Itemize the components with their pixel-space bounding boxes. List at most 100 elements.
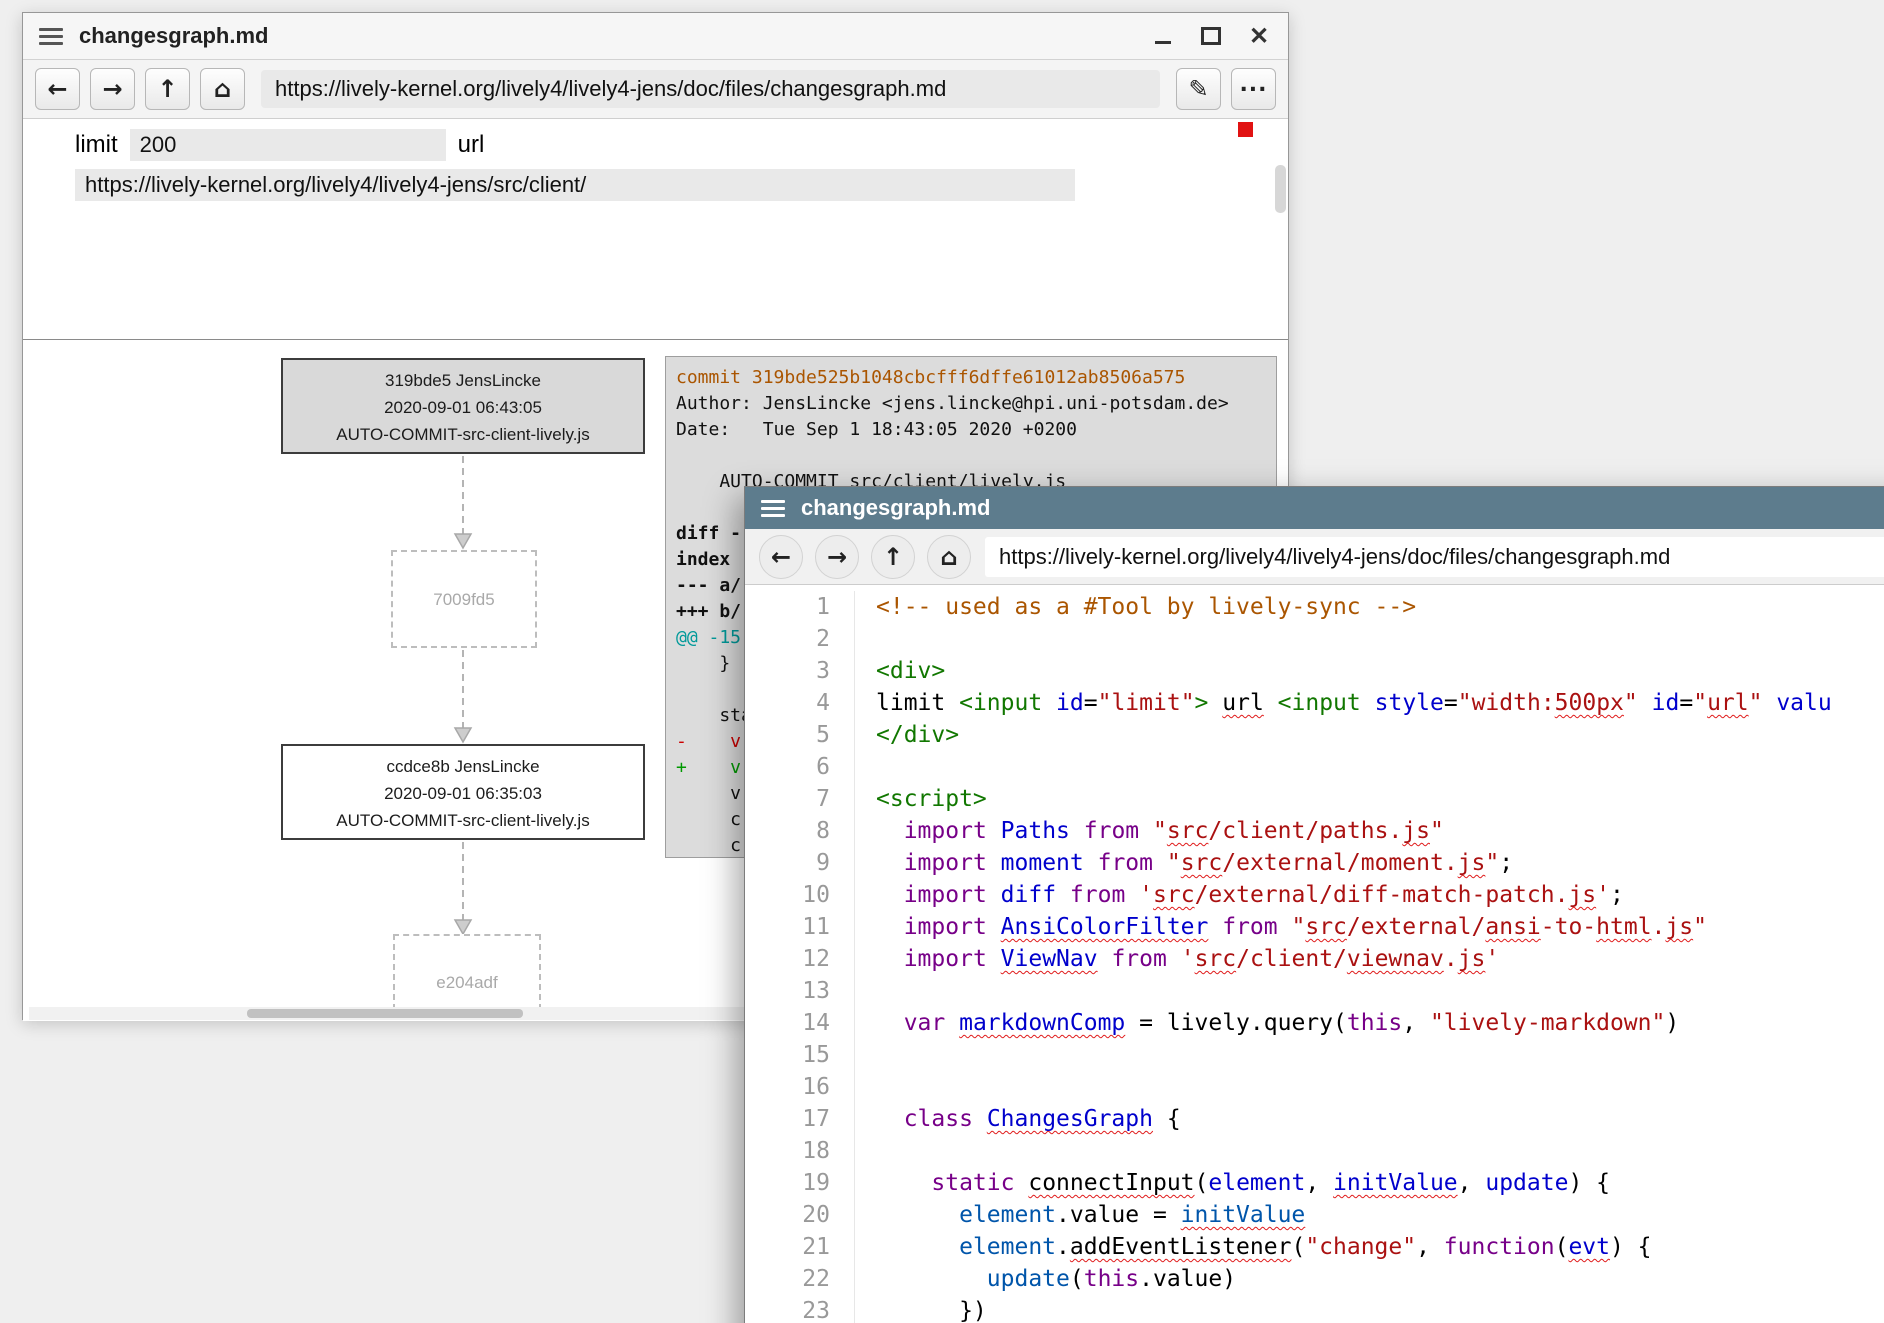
code-text	[855, 623, 890, 655]
code-line[interactable]: 21 element.addEventListener("change", fu…	[745, 1231, 1884, 1263]
line-number: 7	[745, 783, 855, 815]
more-button[interactable]: ...	[1231, 68, 1276, 110]
back-window-titlebar[interactable]: changesgraph.md ✕	[23, 13, 1288, 60]
edit-button[interactable]: ✎	[1176, 68, 1221, 110]
close-button[interactable]: ✕	[1248, 25, 1270, 47]
code-line[interactable]: 1<!-- used as a #Tool by lively-sync -->	[745, 591, 1884, 623]
commit-node-ccdce8b[interactable]: ccdce8b JensLincke 2020-09-01 06:35:03 A…	[281, 744, 645, 840]
url-input[interactable]	[75, 169, 1075, 201]
line-number: 1	[745, 591, 855, 623]
code-text	[855, 975, 890, 1007]
front-navigation-toolbar: ← → ↑ ⌂	[745, 529, 1884, 585]
code-text: update(this.value)	[855, 1263, 1236, 1295]
code-line[interactable]: 2	[745, 623, 1884, 655]
code-text	[855, 1071, 890, 1103]
maximize-button[interactable]	[1200, 25, 1222, 47]
commit-detail-line: commit 319bde525b1048cbcfff6dffe61012ab8…	[676, 365, 1266, 391]
line-number: 10	[745, 879, 855, 911]
address-input[interactable]	[261, 70, 1160, 108]
commit-node-date: 2020-09-01 06:35:03	[283, 780, 643, 807]
code-line[interactable]: 12 import ViewNav from 'src/client/viewn…	[745, 943, 1884, 975]
back-button[interactable]: ←	[35, 68, 80, 110]
desktop: changesgraph.md ✕ ← → ↑ ⌂ ✎ ... limit ur…	[0, 0, 1884, 1323]
code-line[interactable]: 7<script>	[745, 783, 1884, 815]
code-line[interactable]: 22 update(this.value)	[745, 1263, 1884, 1295]
code-line[interactable]: 3<div>	[745, 655, 1884, 687]
line-number: 9	[745, 847, 855, 879]
line-number: 20	[745, 1199, 855, 1231]
code-text: import AnsiColorFilter from "src/externa…	[855, 911, 1707, 943]
commit-detail-line: Date: Tue Sep 1 18:43:05 2020 +0200	[676, 417, 1266, 443]
code-line[interactable]: 5</div>	[745, 719, 1884, 751]
commit-node-message: AUTO-COMMIT-src-client-lively.js	[283, 421, 643, 448]
menu-icon[interactable]	[39, 28, 63, 45]
code-text: <div>	[855, 655, 945, 687]
code-line[interactable]: 20 element.value = initValue	[745, 1199, 1884, 1231]
commit-node-319bde5[interactable]: 319bde5 JensLincke 2020-09-01 06:43:05 A…	[281, 358, 645, 454]
line-number: 12	[745, 943, 855, 975]
code-line[interactable]: 14 var markdownComp = lively.query(this,…	[745, 1007, 1884, 1039]
minimize-button[interactable]	[1152, 25, 1174, 47]
code-editor[interactable]: 1<!-- used as a #Tool by lively-sync -->…	[745, 585, 1884, 1323]
commit-node-date: 2020-09-01 06:43:05	[283, 394, 643, 421]
code-line[interactable]: 23 })	[745, 1295, 1884, 1323]
line-number: 8	[745, 815, 855, 847]
line-number: 17	[745, 1103, 855, 1135]
code-line[interactable]: 6	[745, 751, 1884, 783]
front-window-titlebar[interactable]: changesgraph.md	[745, 487, 1884, 529]
code-text: limit <input id="limit"> url <input styl…	[855, 687, 1832, 719]
horizontal-scrollbar-thumb[interactable]	[247, 1009, 523, 1018]
back-navigation-toolbar: ← → ↑ ⌂ ✎ ...	[23, 60, 1288, 119]
line-number: 5	[745, 719, 855, 751]
line-number: 22	[745, 1263, 855, 1295]
up-button[interactable]: ↑	[871, 535, 915, 579]
maximize-icon	[1201, 27, 1221, 45]
code-line[interactable]: 16	[745, 1071, 1884, 1103]
code-text: import moment from "src/external/moment.…	[855, 847, 1513, 879]
line-number: 14	[745, 1007, 855, 1039]
code-line[interactable]: 4limit <input id="limit"> url <input sty…	[745, 687, 1884, 719]
code-text: var markdownComp = lively.query(this, "l…	[855, 1007, 1679, 1039]
url-label: url	[458, 131, 485, 159]
line-number: 3	[745, 655, 855, 687]
code-line[interactable]: 15	[745, 1039, 1884, 1071]
line-number: 11	[745, 911, 855, 943]
forward-button[interactable]: →	[815, 535, 859, 579]
code-line[interactable]: 13	[745, 975, 1884, 1007]
front-window-title: changesgraph.md	[801, 495, 990, 521]
limit-label: limit	[75, 131, 118, 159]
menu-icon[interactable]	[761, 500, 785, 517]
code-text: element.addEventListener("change", funct…	[855, 1231, 1652, 1263]
tool-form: limit url	[23, 119, 1288, 340]
back-button[interactable]: ←	[759, 535, 803, 579]
address-input[interactable]	[985, 537, 1884, 577]
code-line[interactable]: 17 class ChangesGraph {	[745, 1103, 1884, 1135]
commit-node-label: ccdce8b JensLincke	[283, 753, 643, 780]
code-text: import ViewNav from 'src/client/viewnav.…	[855, 943, 1499, 975]
code-text: <script>	[855, 783, 987, 815]
code-line[interactable]: 9 import moment from "src/external/momen…	[745, 847, 1884, 879]
code-text: import diff from 'src/external/diff-matc…	[855, 879, 1624, 911]
commit-node-label: 7009fd5	[433, 586, 494, 613]
code-line[interactable]: 8 import Paths from "src/client/paths.js…	[745, 815, 1884, 847]
home-button[interactable]: ⌂	[927, 535, 971, 579]
commit-node-7009fd5[interactable]: 7009fd5	[391, 550, 537, 648]
code-text: <!-- used as a #Tool by lively-sync -->	[855, 591, 1416, 623]
code-line[interactable]: 19 static connectInput(element, initValu…	[745, 1167, 1884, 1199]
up-button[interactable]: ↑	[145, 68, 190, 110]
window-controls: ✕	[1152, 25, 1270, 47]
back-window-title: changesgraph.md	[79, 23, 268, 49]
code-line[interactable]: 10 import diff from 'src/external/diff-m…	[745, 879, 1884, 911]
commit-detail-line: Author: JensLincke <jens.lincke@hpi.uni-…	[676, 391, 1266, 417]
code-text	[855, 1135, 890, 1167]
minimize-icon	[1155, 41, 1171, 44]
line-number: 15	[745, 1039, 855, 1071]
forward-button[interactable]: →	[90, 68, 135, 110]
code-line[interactable]: 18	[745, 1135, 1884, 1167]
commit-detail-line	[676, 443, 1266, 469]
limit-input[interactable]	[130, 129, 446, 161]
vertical-scrollbar-thumb[interactable]	[1275, 165, 1286, 213]
line-number: 19	[745, 1167, 855, 1199]
home-button[interactable]: ⌂	[200, 68, 245, 110]
code-line[interactable]: 11 import AnsiColorFilter from "src/exte…	[745, 911, 1884, 943]
